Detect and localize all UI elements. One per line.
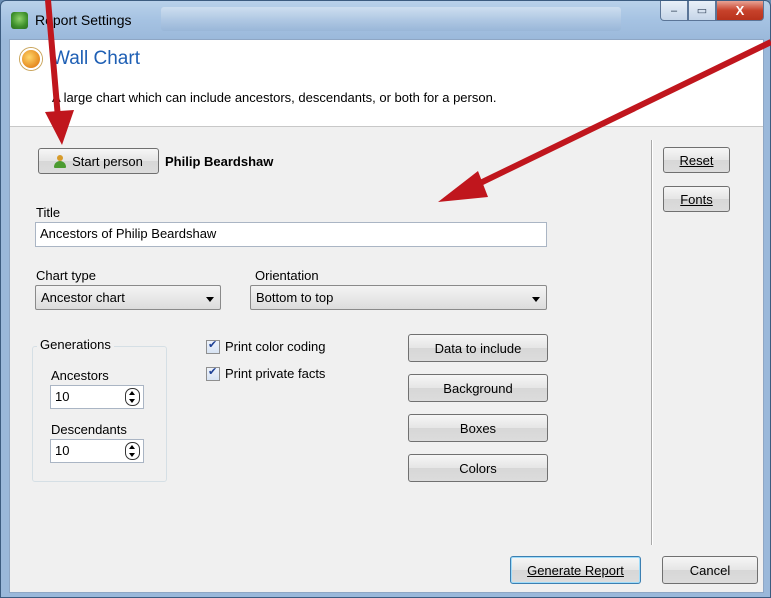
report-settings-window: Report Settings – ▭ X Wall Chart A large… <box>0 0 771 598</box>
colors-button[interactable]: Colors <box>408 454 548 482</box>
chevron-down-icon <box>532 297 540 302</box>
checkbox-checked-icon <box>206 338 220 354</box>
descendants-stepper[interactable]: 10 <box>50 439 144 463</box>
chart-type-label: Chart type <box>36 268 96 283</box>
spin-updown-icon[interactable] <box>125 442 140 460</box>
title-bar[interactable]: Report Settings – ▭ X <box>1 1 770 39</box>
cancel-button[interactable]: Cancel <box>662 556 758 584</box>
print-color-coding-checkbox[interactable]: Print color coding <box>206 338 326 354</box>
orientation-label: Orientation <box>255 268 319 283</box>
generate-report-label: Generate Report <box>527 562 624 578</box>
ancestors-stepper[interactable]: 10 <box>50 385 144 409</box>
orientation-select[interactable]: Bottom to top <box>250 285 547 310</box>
print-private-facts-label: Print private facts <box>225 366 326 381</box>
generate-report-button[interactable]: Generate Report <box>510 556 641 584</box>
start-person-label: Start person <box>72 153 143 169</box>
person-icon <box>54 154 67 168</box>
data-to-include-button[interactable]: Data to include <box>408 334 548 362</box>
dialog-body: Wall Chart A large chart which can inclu… <box>9 39 764 593</box>
app-tree-icon <box>11 12 28 29</box>
reset-label: Reset <box>679 152 714 168</box>
descendants-label: Descendants <box>51 422 127 437</box>
reset-button[interactable]: Reset <box>663 147 730 173</box>
start-person-name: Philip Beardshaw <box>165 154 274 169</box>
ancestors-value: 10 <box>55 389 70 404</box>
checkbox-checked-icon <box>206 365 220 381</box>
descendants-value: 10 <box>55 443 70 458</box>
chart-type-value: Ancestor chart <box>41 290 125 305</box>
orientation-value: Bottom to top <box>256 290 334 305</box>
report-gear-icon <box>20 48 42 70</box>
minimize-button[interactable]: – <box>660 1 688 21</box>
fonts-button[interactable]: Fonts <box>663 186 730 212</box>
maximize-button[interactable]: ▭ <box>688 1 716 21</box>
ancestors-label: Ancestors <box>51 368 109 383</box>
print-color-coding-label: Print color coding <box>225 339 326 354</box>
title-label: Title <box>36 205 61 220</box>
report-title: Wall Chart <box>52 48 140 69</box>
background-button[interactable]: Background <box>408 374 548 402</box>
report-description: A large chart which can include ancestor… <box>52 90 497 105</box>
chart-type-select[interactable]: Ancestor chart <box>35 285 221 310</box>
boxes-button[interactable]: Boxes <box>408 414 548 442</box>
generations-label: Generations <box>37 337 114 352</box>
start-person-button[interactable]: Start person <box>38 148 159 174</box>
spin-updown-icon[interactable] <box>125 388 140 406</box>
chevron-down-icon <box>206 297 214 302</box>
close-button[interactable]: X <box>716 1 764 21</box>
vertical-divider <box>651 140 653 545</box>
window-controls: – ▭ X <box>660 1 764 21</box>
window-title: Report Settings <box>35 12 132 28</box>
print-private-facts-checkbox[interactable]: Print private facts <box>206 365 326 381</box>
dialog-header: Wall Chart A large chart which can inclu… <box>10 40 763 127</box>
fonts-label: Fonts <box>680 191 713 207</box>
title-input[interactable]: Ancestors of Philip Beardshaw <box>35 222 547 247</box>
background-taskbar-blur <box>161 7 621 31</box>
